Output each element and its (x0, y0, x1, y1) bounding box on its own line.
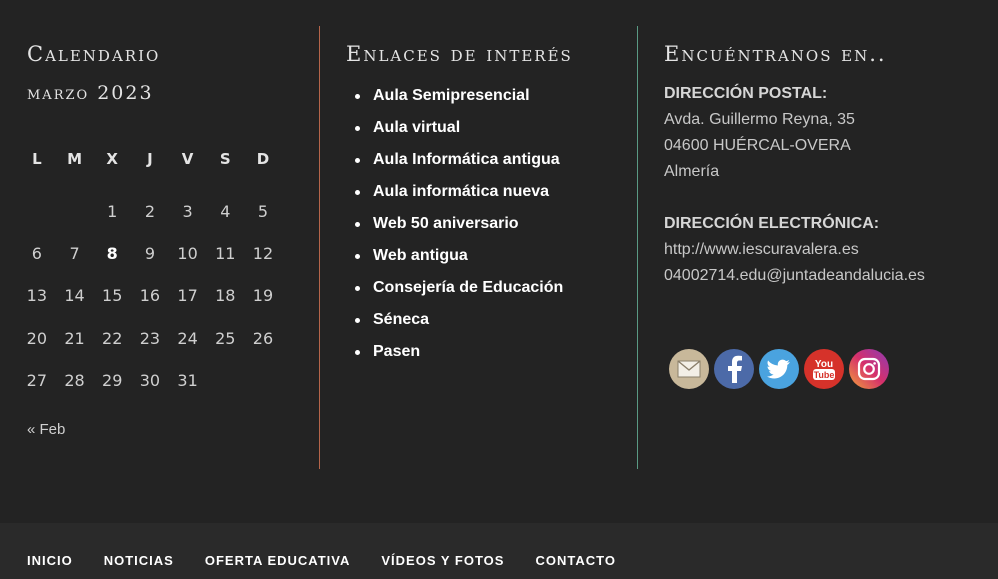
calendar-day: 6 (31, 243, 42, 263)
postal-address-line: Avda. Guillermo Reyna, 35 (664, 111, 855, 128)
weekday-header: S (219, 150, 231, 168)
contact-title: Encuéntranos en.. (664, 42, 887, 66)
envelope-icon[interactable] (669, 349, 709, 389)
calendar-day (206, 359, 244, 401)
link-web-50-aniversario[interactable]: Web 50 aniversario (354, 210, 563, 242)
link-consejeria-educacion[interactable]: Consejería de Educación (354, 274, 563, 306)
calendar-day: 14 (64, 286, 85, 306)
calendar-day: 4 (220, 201, 231, 221)
calendar-day: 26 (252, 328, 274, 348)
calendar-day: 29 (102, 370, 123, 390)
calendar-day: 1 (107, 201, 118, 221)
calendar-day: 23 (139, 328, 161, 348)
calendar-day (244, 359, 282, 401)
nav-oferta-educativa[interactable]: OFERTA EDUCATIVA (205, 553, 351, 568)
calendar-day: 19 (252, 286, 274, 306)
twitter-icon[interactable] (759, 349, 799, 389)
link-aula-virtual[interactable]: Aula virtual (354, 114, 563, 146)
link-web-antigua[interactable]: Web antigua (354, 242, 563, 274)
calendar-day: 11 (215, 243, 236, 263)
calendar-day: 21 (64, 328, 85, 348)
links-widget: Enlaces de interés Aula Semipresencial A… (319, 26, 638, 469)
postal-address-label: DIRECCIÓN POSTAL: (664, 85, 828, 102)
website-link[interactable]: http://www.iescuravalera.es (664, 237, 934, 263)
calendar-day: 9 (144, 243, 155, 263)
footer-widgets: Calendario marzo 2023 L M X J V S D 1 2 … (0, 0, 998, 523)
bottom-nav-menu: INICIO NOTICIAS OFERTA EDUCATIVA VÍDEOS … (27, 553, 616, 568)
postal-address-line: Almería (664, 163, 720, 180)
links-list: Aula Semipresencial Aula virtual Aula In… (346, 82, 563, 370)
calendar-day: 15 (102, 286, 123, 306)
weekday-header: D (256, 150, 270, 168)
weekday-header: X (106, 150, 118, 168)
weekday-header: L (32, 150, 42, 168)
nav-videos-fotos[interactable]: VÍDEOS Y FOTOS (381, 553, 504, 568)
electronic-address-label: DIRECCIÓN ELECTRÓNICA: (664, 215, 880, 232)
link-aula-semipresencial[interactable]: Aula Semipresencial (354, 82, 563, 114)
calendar-day: 18 (215, 286, 236, 306)
calendar-day (56, 190, 94, 232)
calendar-day: 28 (64, 370, 85, 390)
link-seneca[interactable]: Séneca (354, 306, 563, 338)
calendar-day: 17 (177, 286, 198, 306)
calendar-day: 30 (139, 370, 161, 390)
calendar-day: 7 (69, 243, 80, 263)
postal-address-line: 04600 HUÉRCAL-OVERA (664, 137, 851, 154)
calendar-day (18, 190, 56, 232)
weekday-header: J (147, 150, 153, 168)
contact-info: DIRECCIÓN POSTAL: Avda. Guillermo Reyna,… (664, 81, 934, 289)
calendar-spacer (18, 172, 282, 190)
calendar-title: Calendario (27, 42, 161, 66)
calendar-day: 3 (182, 201, 193, 221)
calendar-day: 31 (177, 370, 198, 390)
nav-noticias[interactable]: NOTICIAS (104, 553, 174, 568)
calendar-day: 5 (257, 201, 269, 221)
calendar-month-caption: marzo 2023 (27, 82, 154, 104)
nav-inicio[interactable]: INICIO (27, 553, 73, 568)
calendar-day: 2 (144, 201, 155, 221)
instagram-icon[interactable] (849, 349, 889, 389)
social-buttons: You Tube (669, 349, 889, 389)
calendar-week: 27 28 29 30 31 (18, 359, 282, 401)
calendar-day: 16 (139, 286, 161, 306)
contact-spacer (664, 185, 934, 211)
calendar-day: 22 (102, 328, 123, 348)
email-link[interactable]: 04002714.edu@juntadeandalucia.es (664, 263, 934, 289)
svg-text:Tube: Tube (814, 370, 835, 380)
calendar-day-today: 8 (106, 243, 118, 263)
calendar-day: 13 (26, 286, 48, 306)
calendar-week: 13 14 15 16 17 18 19 (18, 275, 282, 317)
youtube-icon[interactable]: You Tube (804, 349, 844, 389)
calendar-day: 10 (177, 243, 198, 263)
link-pasen[interactable]: Pasen (354, 338, 563, 370)
calendar-day: 20 (26, 328, 48, 348)
calendar-table: L M X J V S D 1 2 3 4 5 6 7 8 9 10 11 12… (18, 146, 282, 401)
calendar-day: 27 (26, 370, 48, 390)
weekday-header: M (67, 150, 82, 168)
calendar-week: 6 7 8 9 10 11 12 (18, 232, 282, 274)
calendar-day: 12 (252, 243, 274, 263)
nav-contacto[interactable]: CONTACTO (535, 553, 615, 568)
calendar-day: 24 (177, 328, 198, 348)
calendar-week: 20 21 22 23 24 25 26 (18, 317, 282, 359)
contact-widget: Encuéntranos en.. DIRECCIÓN POSTAL: Avda… (637, 26, 978, 469)
calendar-week: 1 2 3 4 5 (18, 190, 282, 232)
calendar-day: 25 (215, 328, 236, 348)
svg-text:You: You (815, 359, 833, 370)
weekday-header: V (181, 150, 194, 168)
links-title: Enlaces de interés (346, 42, 573, 66)
link-aula-informatica-antigua[interactable]: Aula Informática antigua (354, 146, 563, 178)
bottom-navigation-bar: INICIO NOTICIAS OFERTA EDUCATIVA VÍDEOS … (0, 523, 998, 579)
link-aula-informatica-nueva[interactable]: Aula informática nueva (354, 178, 563, 210)
calendar-prev-month-link[interactable]: « Feb (27, 421, 65, 438)
calendar-widget: Calendario marzo 2023 L M X J V S D 1 2 … (27, 26, 297, 469)
facebook-icon[interactable] (714, 349, 754, 389)
